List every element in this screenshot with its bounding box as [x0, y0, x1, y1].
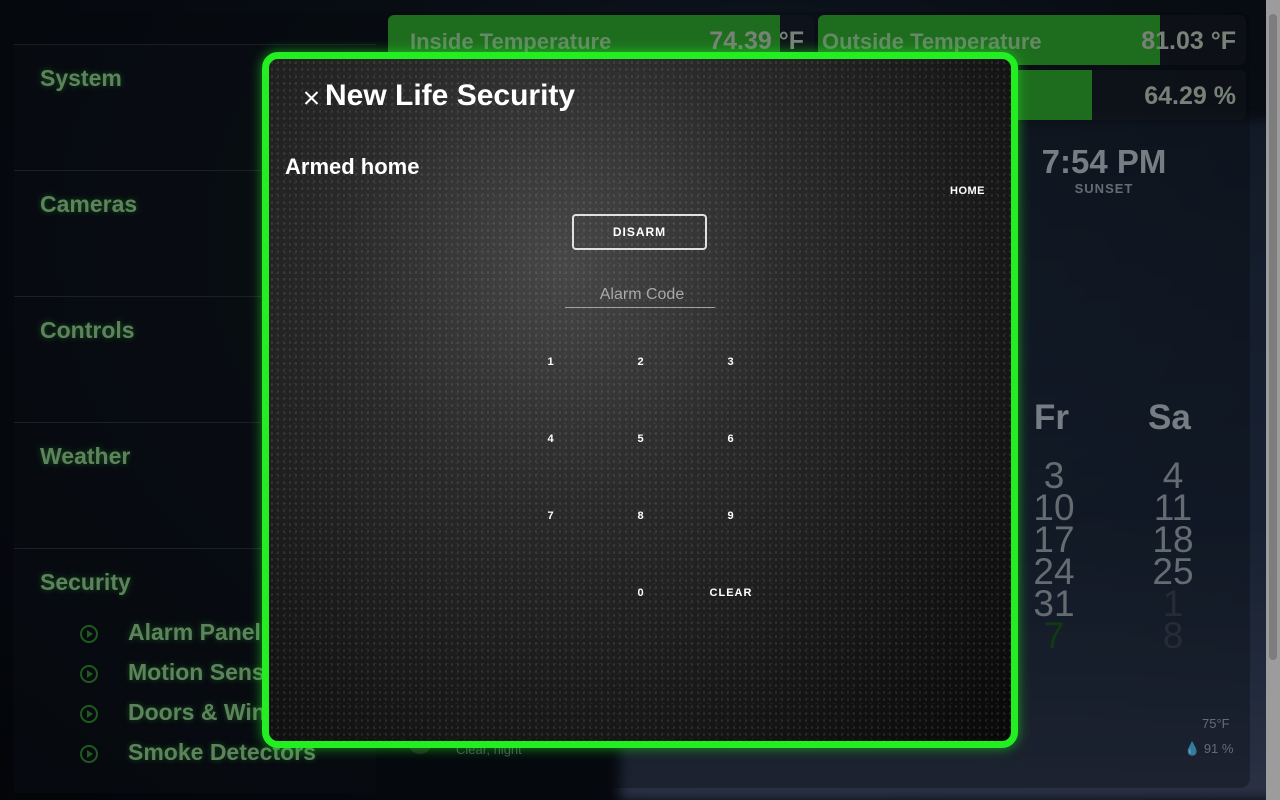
keypad-7[interactable]: 7: [511, 496, 591, 536]
keypad-1[interactable]: 1: [511, 342, 591, 382]
keypad-3[interactable]: 3: [691, 342, 771, 382]
keypad-0[interactable]: 0: [601, 573, 681, 613]
alarm-state: Armed home: [285, 154, 420, 179]
keypad-6[interactable]: 6: [691, 419, 771, 459]
keypad-2[interactable]: 2: [601, 342, 681, 382]
keypad-9[interactable]: 9: [691, 496, 771, 536]
close-icon[interactable]: [294, 81, 328, 115]
dialog-title: New Life Security: [325, 79, 576, 112]
disarm-button[interactable]: DISARM: [572, 214, 707, 250]
alarm-panel-dialog: New Life Security Armed home HOME DISARM…: [262, 52, 1018, 748]
keypad-4[interactable]: 4: [511, 419, 591, 459]
keypad-clear[interactable]: CLEAR: [691, 573, 771, 613]
keypad-5[interactable]: 5: [601, 419, 681, 459]
alarm-mode-tag: HOME: [950, 185, 985, 197]
alarm-code-input[interactable]: [565, 281, 719, 309]
alarm-code-field[interactable]: [565, 281, 719, 309]
keypad-8[interactable]: 8: [601, 496, 681, 536]
